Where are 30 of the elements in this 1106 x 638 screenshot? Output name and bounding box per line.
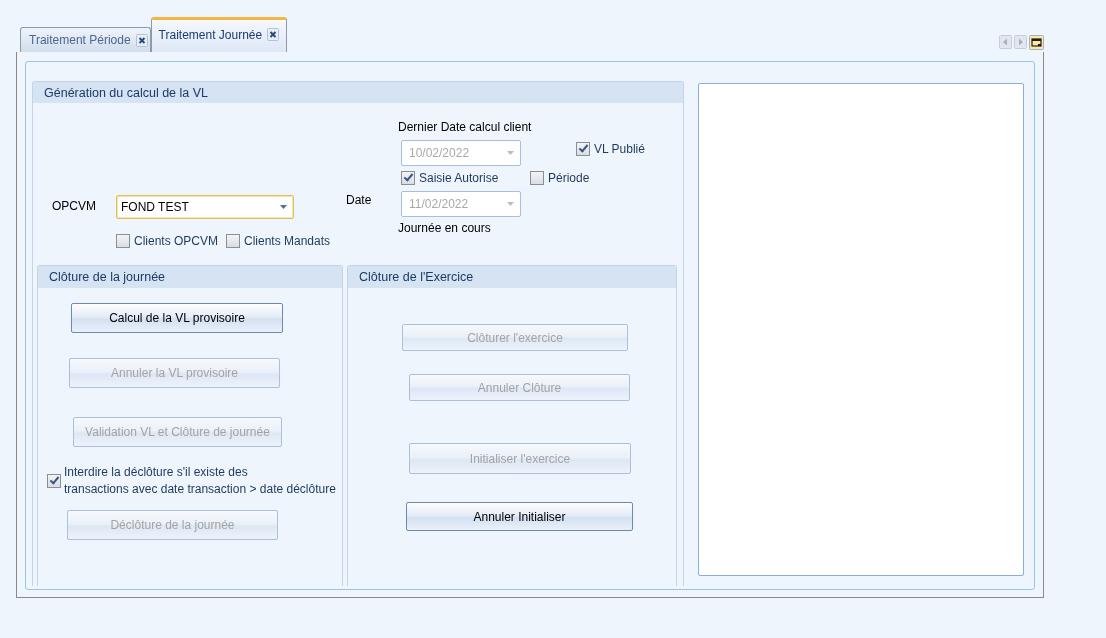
field-label: Dernier Date calcul client [398, 120, 532, 134]
checkbox[interactable] [47, 474, 61, 488]
group-header: Génération du calcul de la VL [33, 82, 683, 103]
dropdown-arrow-icon [507, 202, 514, 206]
dropdown-arrow-icon [507, 151, 514, 155]
checkbox[interactable] [401, 171, 415, 185]
field-label: OPCVM [52, 199, 96, 213]
tab[interactable]: Traitement Période [20, 27, 151, 52]
action-button[interactable]: Calcul de la VL provisoire [71, 303, 283, 333]
checkbox-label: Clients Mandats [244, 234, 331, 248]
checkbox-label: Clients OPCVM [134, 234, 219, 248]
tab[interactable]: Traitement Journée [150, 17, 288, 52]
checkbox[interactable] [226, 234, 240, 248]
checkbox-label: Période [548, 171, 590, 185]
field-label: Date [346, 193, 372, 207]
close-icon[interactable] [135, 33, 148, 47]
checkbox[interactable] [576, 142, 590, 156]
checkbox[interactable] [530, 171, 544, 185]
checkbox[interactable] [116, 234, 130, 248]
checkbox-label: Interdire la déclôture s'il existe des transactions avec date transaction > date déclôture [64, 464, 336, 498]
dropdown[interactable]: FOND TEST [116, 195, 294, 219]
group-header: Clôture de l'Exercice [348, 266, 676, 288]
action-button[interactable]: Annuler Initialiser [406, 502, 633, 531]
dropdown-arrow-icon [280, 205, 287, 209]
checkbox-label: VL Publié [594, 142, 645, 156]
group-header: Clôture de la journée [38, 266, 342, 288]
field-label: Journée en cours [398, 221, 491, 235]
close-icon[interactable] [267, 28, 280, 41]
window-icon[interactable] [1029, 35, 1044, 50]
checkbox-label: Saisie Autorise [419, 171, 499, 185]
